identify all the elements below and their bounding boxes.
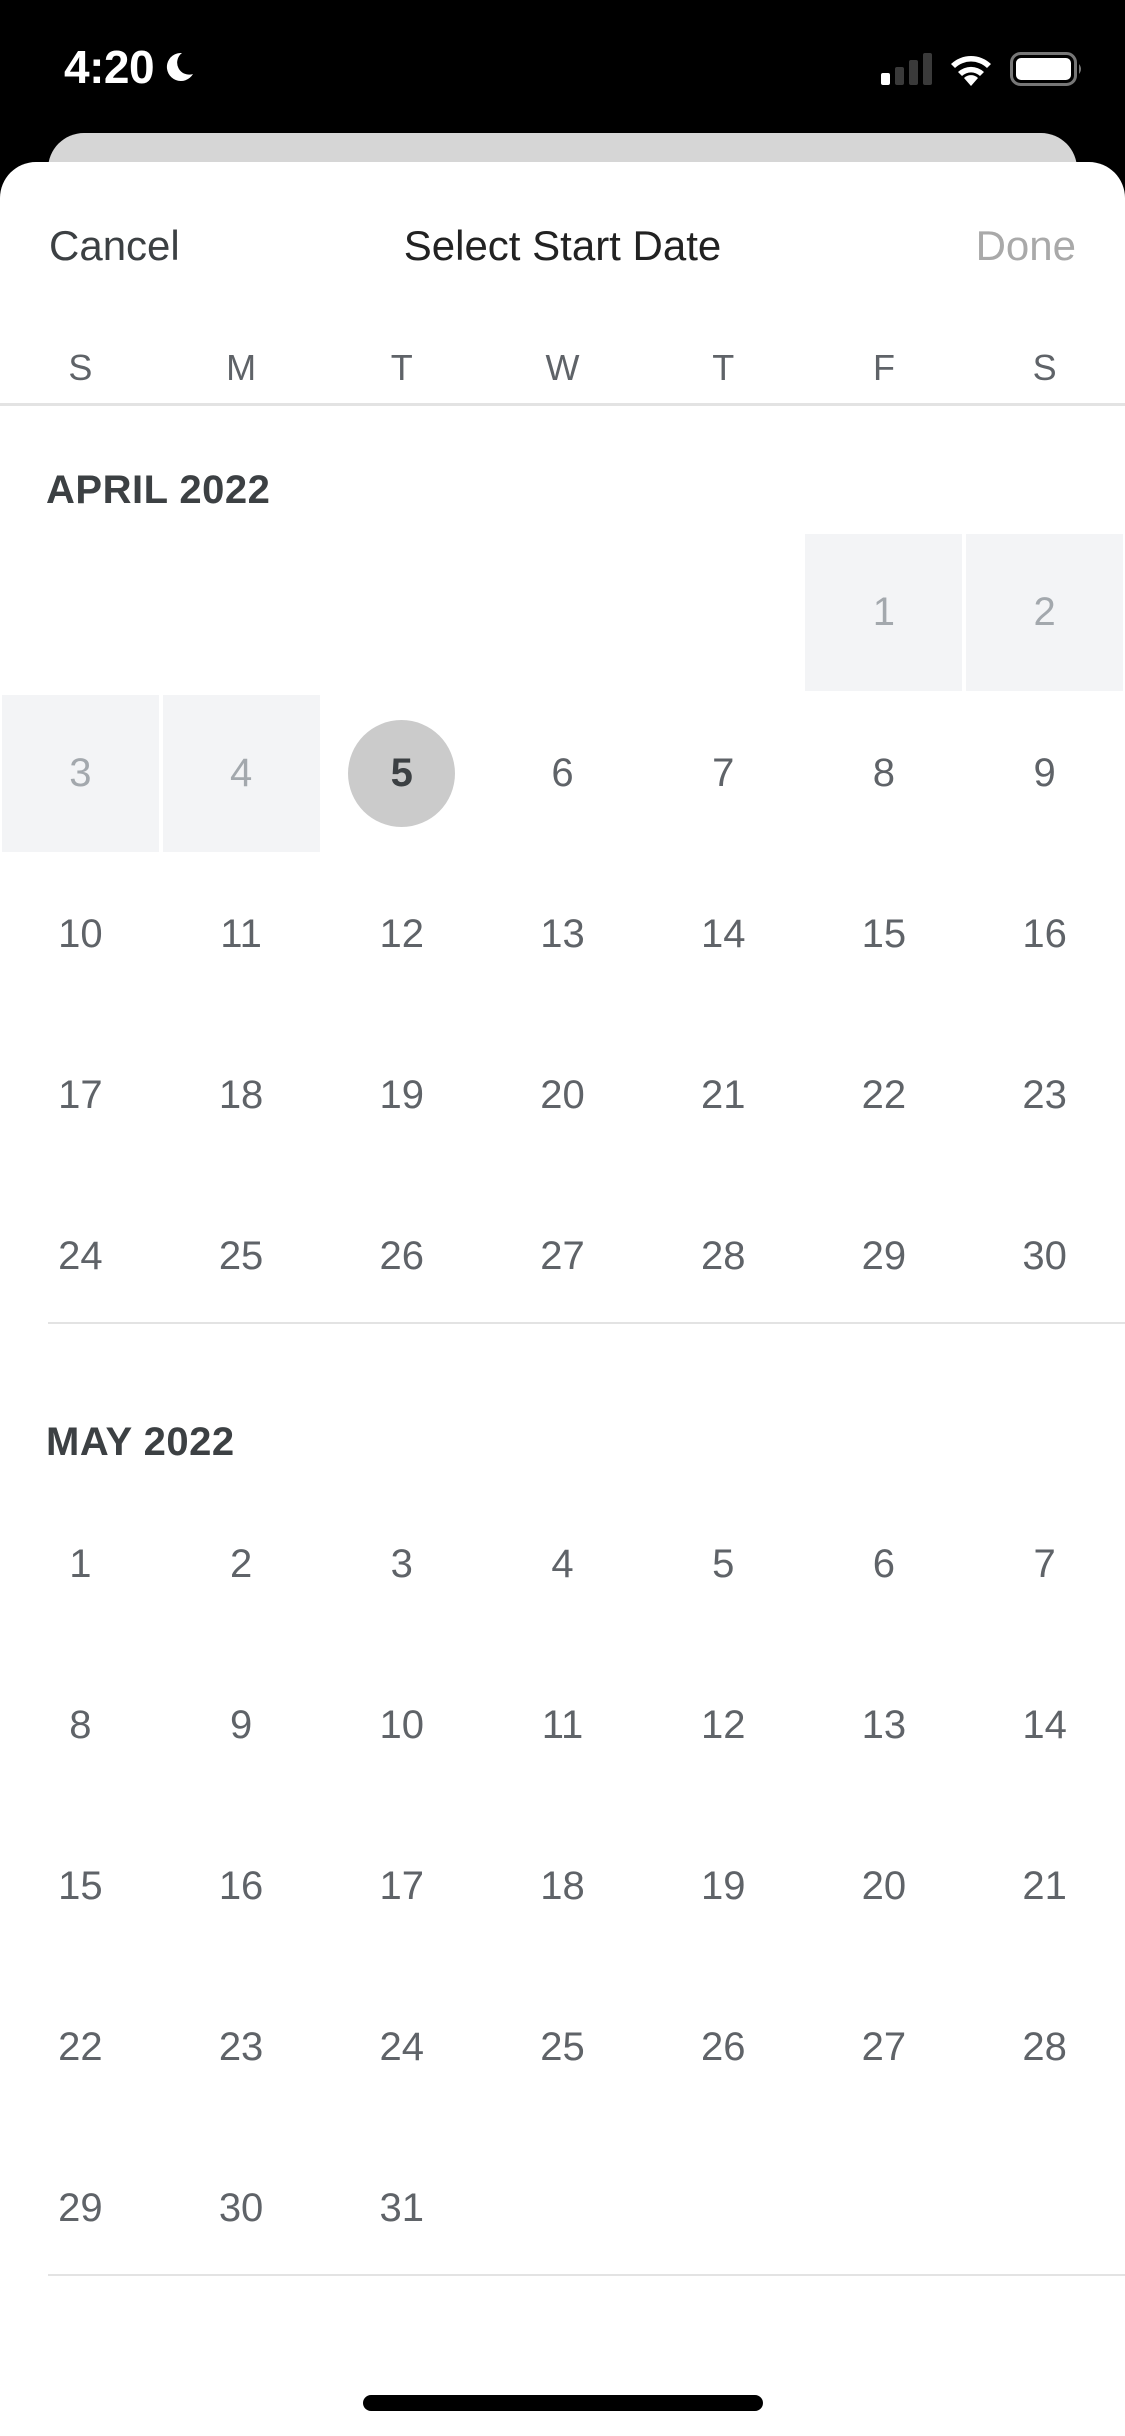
weekday-header: S M T W T F S bbox=[0, 347, 1125, 402]
weekday-label: W bbox=[545, 347, 580, 388]
month-divider bbox=[48, 2274, 1125, 2276]
day-cell[interactable]: 7 bbox=[966, 1486, 1123, 1643]
day-cell[interactable]: 13 bbox=[484, 856, 641, 1013]
weekday-divider bbox=[0, 403, 1125, 406]
day-cell[interactable]: 23 bbox=[163, 1969, 320, 2126]
month-divider bbox=[48, 1322, 1125, 1324]
day-cell[interactable]: 16 bbox=[966, 856, 1123, 1013]
wifi-icon bbox=[951, 56, 991, 86]
day-cell[interactable]: 16 bbox=[163, 1808, 320, 1965]
weekday-label: T bbox=[390, 347, 413, 388]
day-cell[interactable]: 28 bbox=[645, 1178, 802, 1335]
weekday-label: F bbox=[872, 347, 895, 388]
day-cell[interactable]: 9 bbox=[163, 1647, 320, 1804]
moon-icon bbox=[166, 52, 194, 81]
day-cell[interactable]: 17 bbox=[2, 1017, 159, 1174]
day-cell[interactable]: 14 bbox=[645, 856, 802, 1013]
sheet-title: Select Start Date bbox=[403, 222, 722, 269]
day-cell-disabled: 2 bbox=[966, 534, 1124, 691]
status-time: 4:20 bbox=[64, 40, 196, 94]
day-cell[interactable]: 26 bbox=[323, 1178, 480, 1335]
day-cell[interactable]: 6 bbox=[484, 695, 641, 852]
month-title: MAY 2022 bbox=[46, 1420, 235, 1464]
day-cell[interactable]: 12 bbox=[323, 856, 480, 1013]
day-cell[interactable]: 22 bbox=[805, 1017, 962, 1174]
day-cell[interactable]: 29 bbox=[2, 2130, 159, 2287]
day-cell[interactable]: 1 bbox=[2, 1486, 159, 1643]
day-cell[interactable]: 30 bbox=[163, 2130, 320, 2287]
sheet-header: Cancel Select Start Date Done bbox=[0, 162, 1125, 342]
day-cell[interactable]: 30 bbox=[966, 1178, 1123, 1335]
status-bar: 4:20 bbox=[0, 0, 1125, 132]
day-cell[interactable]: 11 bbox=[484, 1647, 641, 1804]
day-cell[interactable]: 25 bbox=[484, 1969, 641, 2126]
weekday-label: T bbox=[712, 347, 735, 388]
day-cell[interactable]: 27 bbox=[484, 1178, 641, 1335]
time-label: 4:20 bbox=[64, 41, 155, 93]
day-cell[interactable]: 6 bbox=[805, 1486, 962, 1643]
day-cell[interactable]: 11 bbox=[163, 856, 320, 1013]
day-cell[interactable]: 4 bbox=[484, 1486, 641, 1643]
day-cell[interactable]: 9 bbox=[966, 695, 1123, 852]
day-cell[interactable]: 18 bbox=[484, 1808, 641, 1965]
day-cell[interactable]: 19 bbox=[645, 1808, 802, 1965]
day-cell[interactable]: 31 bbox=[323, 2130, 480, 2287]
day-cell[interactable]: 20 bbox=[484, 1017, 641, 1174]
day-cell[interactable]: 25 bbox=[163, 1178, 320, 1335]
day-cell[interactable]: 8 bbox=[805, 695, 962, 852]
day-cell[interactable]: 10 bbox=[2, 856, 159, 1013]
day-cell-disabled: 3 bbox=[1, 695, 159, 852]
day-cell[interactable]: 29 bbox=[805, 1178, 962, 1335]
day-cell[interactable]: 15 bbox=[805, 856, 962, 1013]
day-cell-disabled: 1 bbox=[805, 534, 963, 691]
weekday-label: M bbox=[226, 347, 257, 388]
day-cell[interactable]: 21 bbox=[645, 1017, 802, 1174]
day-cell[interactable]: 7 bbox=[645, 695, 802, 852]
day-cell[interactable]: 3 bbox=[323, 1486, 480, 1643]
day-cell[interactable]: 13 bbox=[805, 1647, 962, 1804]
day-cell[interactable]: 19 bbox=[323, 1017, 480, 1174]
day-cell[interactable]: 2 bbox=[163, 1486, 320, 1643]
day-cell[interactable]: 18 bbox=[163, 1017, 320, 1174]
day-cell[interactable]: 26 bbox=[645, 1969, 802, 2126]
weekday-label: S bbox=[68, 347, 93, 388]
date-picker-sheet: Cancel Select Start Date Done S M T W T … bbox=[0, 162, 1125, 2436]
day-cell[interactable]: 21 bbox=[966, 1808, 1123, 1965]
battery-icon bbox=[1010, 52, 1081, 86]
day-cell-disabled: 4 bbox=[162, 695, 320, 852]
day-cell[interactable]: 24 bbox=[2, 1178, 159, 1335]
day-cell[interactable]: 28 bbox=[966, 1969, 1123, 2126]
day-cell[interactable]: 12 bbox=[645, 1647, 802, 1804]
selected-day-indicator: 5 bbox=[348, 720, 456, 827]
day-cell[interactable]: 24 bbox=[323, 1969, 480, 2126]
done-button[interactable]: Done bbox=[976, 222, 1076, 270]
day-cell[interactable]: 23 bbox=[966, 1017, 1123, 1174]
day-cell[interactable]: 27 bbox=[805, 1969, 962, 2126]
day-cell[interactable]: 20 bbox=[805, 1808, 962, 1965]
weekday-label: S bbox=[1032, 347, 1057, 388]
day-cell[interactable]: 17 bbox=[323, 1808, 480, 1965]
home-indicator[interactable] bbox=[363, 2395, 763, 2411]
month-title: APRIL 2022 bbox=[46, 468, 271, 512]
day-cell[interactable]: 8 bbox=[2, 1647, 159, 1804]
day-cell[interactable]: 22 bbox=[2, 1969, 159, 2126]
day-cell[interactable]: 14 bbox=[966, 1647, 1123, 1804]
day-cell[interactable]: 5 bbox=[645, 1486, 802, 1643]
day-cell-selected[interactable]: 5 bbox=[323, 695, 480, 852]
cellular-signal-icon bbox=[881, 53, 932, 85]
day-cell[interactable]: 15 bbox=[2, 1808, 159, 1965]
day-cell[interactable]: 10 bbox=[323, 1647, 480, 1804]
